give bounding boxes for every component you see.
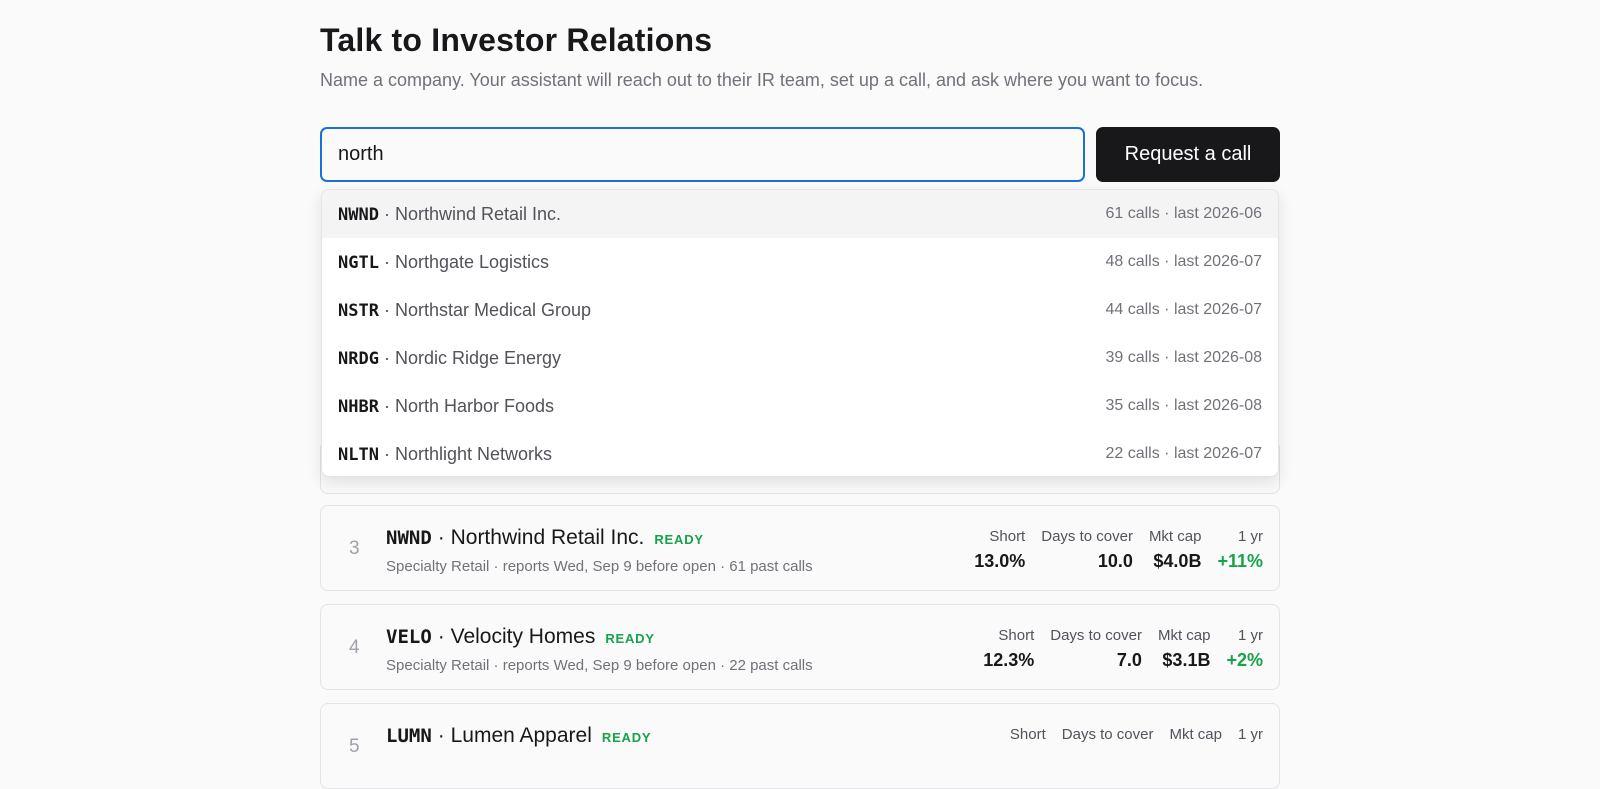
suggestion-item-nwnd[interactable]: NWND · Northwind Retail Inc. 61 calls · … bbox=[322, 190, 1278, 238]
stat-short: Short 13.0% bbox=[974, 528, 1025, 572]
suggestion-item-nrdg[interactable]: NRDG · Nordic Ridge Energy 39 calls · la… bbox=[322, 334, 1278, 382]
suggestion-separator: · bbox=[378, 395, 395, 416]
page-subtitle: Name a company. Your assistant will reac… bbox=[320, 70, 1204, 90]
stat-value: 12.3% bbox=[983, 650, 1035, 670]
suggestion-ticker: NSTR bbox=[338, 300, 379, 321]
suggestion-label: NSTR · Northstar Medical Group bbox=[338, 300, 591, 321]
stat-value: 13.0% bbox=[974, 551, 1026, 571]
stat-label: Short bbox=[1009, 726, 1046, 743]
card-stats: Short 12.3% Days to cover 7.0 Mkt cap $3… bbox=[983, 627, 1263, 671]
stat-value: $4.0B bbox=[1153, 551, 1202, 571]
stat-mkt-cap: Mkt cap $3.1B bbox=[1158, 627, 1211, 671]
stat-label: Days to cover bbox=[1050, 627, 1142, 644]
suggestion-meta: 35 calls · last 2026-08 bbox=[1105, 397, 1262, 414]
suggestion-label: NRDG · Nordic Ridge Energy bbox=[338, 348, 561, 369]
stat-days-to-cover: Days to cover 10.0 bbox=[1041, 528, 1133, 572]
stat-1yr: 1 yr +11% bbox=[1217, 528, 1263, 572]
stat-days-to-cover: Days to cover 7.0 bbox=[1050, 627, 1142, 671]
suggestion-separator: · bbox=[378, 299, 395, 320]
stat-short: Short 12.3% bbox=[983, 627, 1034, 671]
stat-label: Days to cover bbox=[1041, 528, 1133, 545]
stat-mkt-cap: Mkt cap bbox=[1169, 726, 1222, 743]
page-title: Talk to Investor Relations bbox=[320, 22, 713, 58]
suggestion-separator: · bbox=[378, 203, 395, 224]
company-search-input[interactable] bbox=[320, 127, 1085, 182]
company-card-lumn[interactable]: 5 LUMN · Lumen Apparel READY Short Days … bbox=[320, 703, 1280, 789]
suggestion-ticker: NLTN bbox=[338, 444, 379, 465]
card-ticker: NWND bbox=[386, 527, 432, 549]
card-stats: Short Days to cover Mkt cap 1 yr bbox=[1010, 726, 1263, 743]
card-company: LUMN · Lumen Apparel READY bbox=[386, 724, 651, 748]
card-company-name: · Velocity Homes bbox=[437, 625, 596, 648]
suggestion-item-nltn[interactable]: NLTN · Northlight Networks 22 calls · la… bbox=[322, 430, 1278, 476]
stat-label: 1 yr bbox=[1237, 528, 1263, 545]
suggestion-company-name: Northstar Medical Group bbox=[394, 299, 592, 320]
stat-short: Short bbox=[1010, 726, 1046, 743]
card-ticker: VELO bbox=[386, 626, 432, 648]
stat-value: +11% bbox=[1217, 551, 1263, 571]
stat-label: Mkt cap bbox=[1148, 528, 1202, 545]
stat-days-to-cover: Days to cover bbox=[1062, 726, 1154, 743]
stat-label: Short bbox=[989, 528, 1026, 545]
suggestion-item-nhbr[interactable]: NHBR · North Harbor Foods 35 calls · las… bbox=[322, 382, 1278, 430]
suggestion-meta: 22 calls · last 2026-07 bbox=[1105, 445, 1262, 462]
suggestion-meta: 44 calls · last 2026-07 bbox=[1105, 301, 1262, 318]
stat-value: 7.0 bbox=[1116, 650, 1142, 670]
suggestion-label: NWND · Northwind Retail Inc. bbox=[338, 204, 561, 225]
suggestion-item-nstr[interactable]: NSTR · Northstar Medical Group 44 calls … bbox=[322, 286, 1278, 334]
status-badge: READY bbox=[654, 532, 704, 547]
main-content: Talk to Investor Relations Name a compan… bbox=[320, 0, 1280, 789]
stat-value: $3.1B bbox=[1162, 650, 1211, 670]
suggestion-ticker: NWND bbox=[338, 204, 379, 225]
card-ticker: LUMN bbox=[386, 725, 432, 747]
stat-label: 1 yr bbox=[1237, 627, 1263, 644]
suggestion-meta: 39 calls · last 2026-08 bbox=[1105, 349, 1262, 366]
stat-label: Days to cover bbox=[1061, 726, 1154, 743]
card-company: VELO · Velocity Homes READY bbox=[386, 625, 655, 649]
company-card-velo[interactable]: 4 VELO · Velocity Homes READY Specialty … bbox=[320, 604, 1280, 690]
suggestion-ticker: NGTL bbox=[338, 252, 379, 273]
suggestion-separator: · bbox=[378, 347, 395, 368]
suggestion-label: NHBR · North Harbor Foods bbox=[338, 396, 554, 417]
suggestion-separator: · bbox=[378, 251, 395, 272]
suggestion-company-name: Northlight Networks bbox=[394, 443, 553, 464]
stat-label: 1 yr bbox=[1237, 726, 1263, 743]
stat-label: Short bbox=[998, 627, 1035, 644]
suggestion-ticker: NHBR bbox=[338, 396, 379, 417]
suggestion-company-name: Northwind Retail Inc. bbox=[394, 203, 562, 224]
status-badge: READY bbox=[601, 730, 652, 745]
card-rank: 4 bbox=[349, 637, 360, 658]
suggestion-label: NGTL · Northgate Logistics bbox=[338, 252, 549, 273]
stat-1yr: 1 yr bbox=[1238, 726, 1263, 743]
search-suggestions-dropdown: NWND · Northwind Retail Inc. 61 calls · … bbox=[321, 189, 1279, 477]
card-rank: 3 bbox=[349, 538, 360, 559]
suggestion-label: NLTN · Northlight Networks bbox=[338, 444, 552, 465]
suggestion-company-name: Nordic Ridge Energy bbox=[394, 347, 562, 368]
card-stats: Short 13.0% Days to cover 10.0 Mkt cap $… bbox=[974, 528, 1263, 572]
suggestion-item-ngtl[interactable]: NGTL · Northgate Logistics 48 calls · la… bbox=[322, 238, 1278, 286]
stat-1yr: 1 yr +2% bbox=[1226, 627, 1263, 671]
request-call-button[interactable]: Request a call bbox=[1096, 127, 1280, 182]
card-subtitle: Specialty Retail · reports Wed, Sep 9 be… bbox=[386, 657, 813, 674]
stat-value: +2% bbox=[1226, 650, 1263, 670]
card-subtitle: Specialty Retail · reports Wed, Sep 9 be… bbox=[386, 558, 813, 575]
suggestion-company-name: North Harbor Foods bbox=[394, 395, 555, 416]
stat-label: Mkt cap bbox=[1169, 726, 1222, 743]
status-badge: READY bbox=[605, 631, 655, 646]
company-card-nwnd[interactable]: 3 NWND · Northwind Retail Inc. READY Spe… bbox=[320, 505, 1280, 591]
suggestion-meta: 61 calls · last 2026-06 bbox=[1105, 205, 1262, 222]
card-company-name: · Northwind Retail Inc. bbox=[437, 526, 645, 549]
suggestion-company-name: Northgate Logistics bbox=[394, 251, 550, 272]
card-company: NWND · Northwind Retail Inc. READY bbox=[386, 526, 704, 550]
stat-label: Mkt cap bbox=[1157, 627, 1211, 644]
suggestion-separator: · bbox=[378, 443, 395, 464]
suggestion-meta: 48 calls · last 2026-07 bbox=[1105, 253, 1262, 270]
stat-value: 10.0 bbox=[1097, 551, 1133, 571]
stat-mkt-cap: Mkt cap $4.0B bbox=[1149, 528, 1202, 572]
card-rank: 5 bbox=[349, 736, 360, 757]
suggestion-ticker: NRDG bbox=[338, 348, 379, 369]
card-company-name: · Lumen Apparel bbox=[437, 724, 592, 747]
